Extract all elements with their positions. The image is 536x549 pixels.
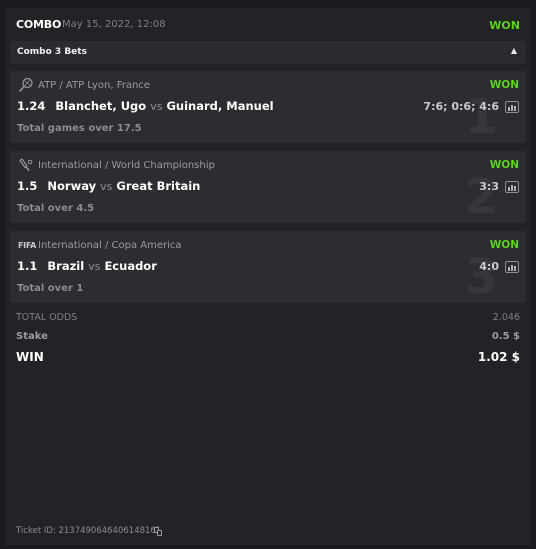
bet-status-badge: WON (489, 239, 519, 251)
home-team: Blanchet, Ugo (55, 99, 147, 113)
total-odds-label: TOTAL ODDS (16, 312, 78, 323)
stake-row: Stake 0.5 $ (16, 331, 520, 345)
bet-item: 3 FIFA International / Copa America WON … (10, 231, 526, 303)
bet-odds: 1.1 (17, 259, 38, 273)
stake-label: Stake (16, 331, 48, 342)
total-odds-value: 2.046 (492, 312, 520, 323)
bet-odds: 1.5 (17, 179, 38, 193)
ticket-id: Ticket ID: 2137490646406148161 (16, 526, 162, 536)
league-name: International / Copa America (38, 240, 182, 251)
home-team: Brazil (47, 259, 85, 273)
league-name: ATP / ATP Lyon, France (38, 80, 150, 91)
market-name: Total over 4.5 (17, 203, 95, 214)
vs-label: vs (100, 180, 113, 193)
fifa-icon: FIFA (18, 241, 36, 250)
match-score: 3:3 (479, 180, 499, 193)
vs-label: vs (88, 260, 101, 273)
bet-type-label: COMBO (16, 18, 62, 31)
bet-ticket-card: COMBO May 15, 2022, 12:08 WON Combo 3 Be… (5, 8, 531, 545)
total-odds-row: TOTAL ODDS 2.046 (16, 312, 520, 326)
market-name: Total games over 17.5 (17, 123, 142, 134)
tennis-icon (18, 77, 33, 93)
bet-item: 1 ATP / ATP Lyon, France WON 1.24 Blanch… (10, 71, 526, 143)
match-line: 1.1 Brazil vs Ecuador (17, 259, 157, 273)
stats-icon[interactable] (505, 261, 519, 273)
cricket-icon (19, 158, 33, 171)
combo-label: Combo 3 Bets (17, 47, 87, 57)
ticket-status-badge: WON (489, 19, 520, 32)
combo-toggle[interactable]: Combo 3 Bets ▲ (10, 41, 526, 64)
bet-status-badge: WON (489, 159, 519, 171)
bet-status-badge: WON (489, 79, 519, 91)
stats-icon[interactable] (505, 101, 519, 113)
win-label: WIN (16, 350, 44, 364)
match-line: 1.24 Blanchet, Ugo vs Guinard, Manuel (17, 99, 274, 113)
stake-value: 0.5 $ (491, 331, 520, 342)
market-name: Total over 1 (17, 283, 84, 294)
away-team: Great Britain (116, 179, 201, 193)
bet-date: May 15, 2022, 12:08 (62, 19, 166, 30)
home-team: Norway (47, 179, 97, 193)
stats-icon[interactable] (505, 181, 519, 193)
league-name: International / World Championship (38, 160, 215, 171)
match-line: 1.5 Norway vs Great Britain (17, 179, 200, 193)
win-row: WIN 1.02 $ (16, 350, 520, 364)
match-score: 7:6; 0:6; 4:6 (423, 100, 499, 113)
win-value: 1.02 $ (477, 350, 520, 364)
away-team: Ecuador (104, 259, 157, 273)
ticket-header: COMBO May 15, 2022, 12:08 WON (16, 18, 520, 34)
copy-icon[interactable] (154, 527, 162, 536)
vs-label: vs (150, 100, 163, 113)
bet-item: 2 International / World Championship WON… (10, 151, 526, 223)
match-score: 4:0 (479, 260, 499, 273)
chevron-up-icon[interactable]: ▲ (511, 46, 517, 55)
away-team: Guinard, Manuel (166, 99, 274, 113)
bet-odds: 1.24 (17, 99, 46, 113)
